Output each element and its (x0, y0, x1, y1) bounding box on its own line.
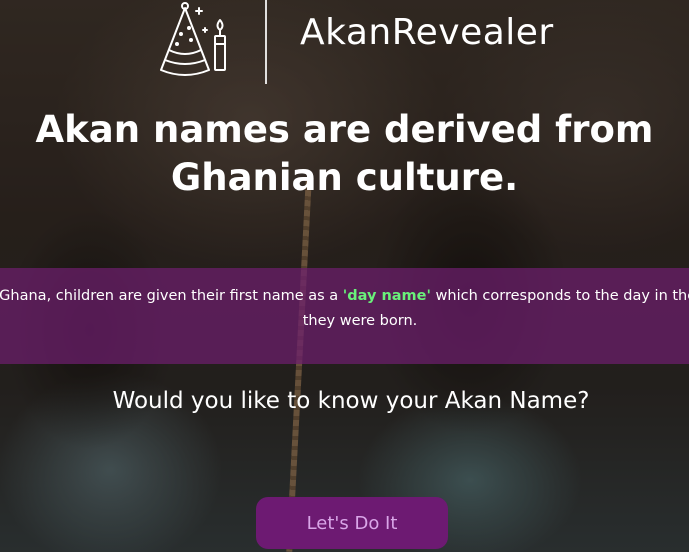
day-name-highlight: 'day name' (342, 288, 431, 304)
party-hat-candle-icon (160, 2, 226, 76)
page: AkanRevealer Akan names are derived from… (0, 0, 689, 552)
brand-name: AkanRevealer (300, 12, 554, 53)
header-divider (265, 0, 267, 84)
info-text-intro: In Ghana, children are given their first… (0, 288, 343, 304)
info-text: In Ghana, children are given their first… (0, 284, 689, 334)
prompt-question: Would you like to know your Akan Name? (112, 388, 590, 414)
header: AkanRevealer (0, 0, 689, 90)
hero-headline: Akan names are derived from Ghanian cult… (35, 108, 654, 199)
lets-do-it-button[interactable]: Let's Do It (256, 497, 448, 549)
info-band: In Ghana, children are given their first… (0, 268, 689, 364)
